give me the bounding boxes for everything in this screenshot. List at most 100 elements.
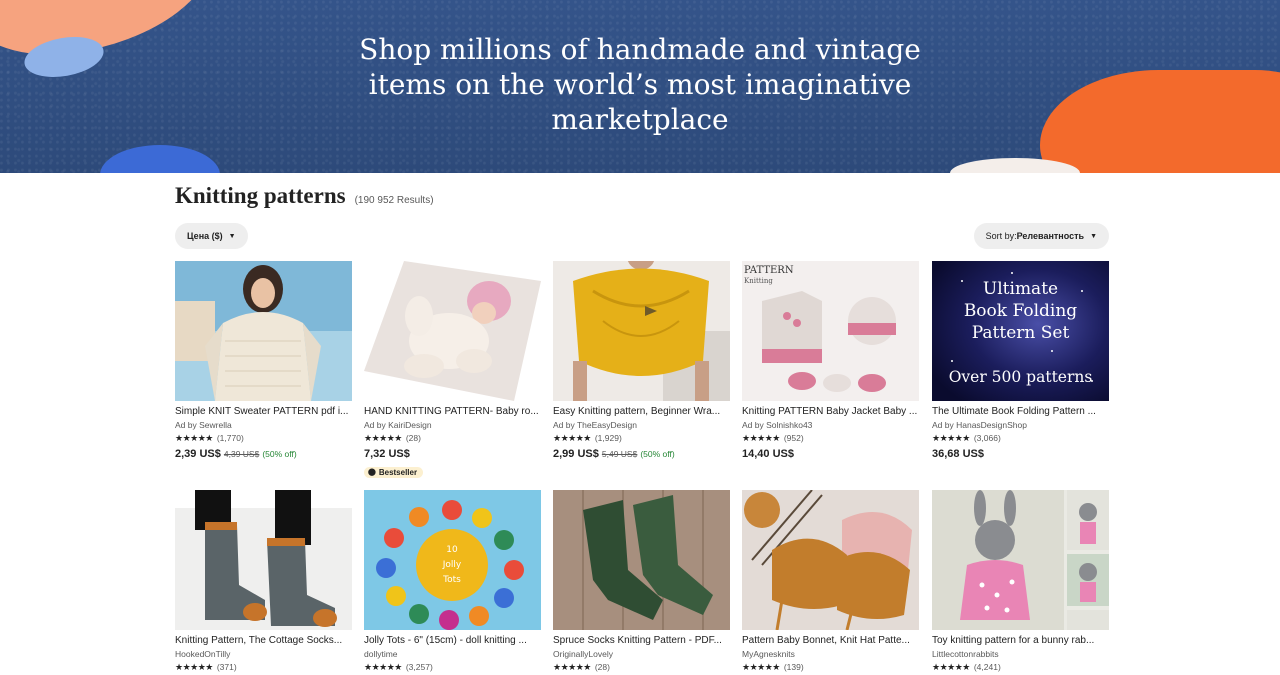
image-text: Ultimate bbox=[983, 279, 1058, 299]
listing-shop[interactable]: Ad by KairiDesign bbox=[364, 419, 541, 431]
image-text: PATTERN bbox=[744, 265, 794, 276]
listing-image[interactable]: PATTERN Knitting bbox=[742, 261, 919, 401]
listing-title[interactable]: Jolly Tots - 6" (15cm) - doll knitting .… bbox=[364, 634, 541, 647]
listing-shop[interactable]: OriginallyLovely bbox=[553, 648, 730, 660]
price: 2,39 US$ bbox=[175, 448, 221, 460]
listing-rating: ★★★★★ (1,929) bbox=[553, 432, 730, 445]
caret-down-icon: ▼ bbox=[228, 232, 236, 240]
star-icon: ★★★★★ bbox=[553, 662, 591, 672]
price: 7,32 US$ bbox=[364, 448, 410, 460]
decorative-shape bbox=[100, 145, 220, 173]
medal-icon: ⬤ bbox=[368, 469, 376, 476]
listing-card[interactable]: HAND KNITTING PATTERN- Baby ro... Ad by … bbox=[364, 261, 541, 479]
image-text: Book Folding bbox=[964, 301, 1077, 321]
review-count: (28) bbox=[405, 433, 421, 443]
star-icon: ★★★★★ bbox=[364, 662, 402, 672]
listing-rating: ★★★★★ (28) bbox=[553, 661, 730, 674]
listing-rating: ★★★★★ (28) bbox=[364, 432, 541, 445]
listing-image[interactable] bbox=[553, 261, 730, 401]
listing-card[interactable]: 10 Jolly Tots Jolly Tots - 6" (15cm) - d… bbox=[364, 490, 541, 674]
listing-rating: ★★★★★ (3,066) bbox=[932, 432, 1109, 445]
review-count: (4,241) bbox=[973, 662, 1001, 672]
results-header: Knitting patterns (190 952 Results) bbox=[175, 183, 434, 213]
listing-title[interactable]: Knitting PATTERN Baby Jacket Baby ... bbox=[742, 405, 919, 418]
price: 14,40 US$ bbox=[742, 448, 794, 460]
listing-image[interactable] bbox=[364, 261, 541, 401]
listing-title[interactable]: Simple KNIT Sweater PATTERN pdf i... bbox=[175, 405, 352, 418]
listing-card[interactable]: Toy knitting pattern for a bunny rab... … bbox=[932, 490, 1109, 674]
caret-down-icon: ▼ bbox=[1090, 232, 1097, 240]
star-icon: ★★★★★ bbox=[932, 433, 970, 443]
listing-image[interactable] bbox=[175, 261, 352, 401]
star-icon: ★★★★★ bbox=[175, 433, 213, 443]
badge-label: Bestseller bbox=[378, 467, 418, 477]
price: 36,68 US$ bbox=[932, 448, 984, 460]
star-icon: ★★★★★ bbox=[742, 662, 780, 672]
review-count: (952) bbox=[783, 433, 804, 443]
listing-rating: ★★★★★ (139) bbox=[742, 661, 919, 674]
listing-shop[interactable]: HookedOnTilly bbox=[175, 648, 352, 660]
review-count: (28) bbox=[594, 662, 610, 672]
listing-rating: ★★★★★ (371) bbox=[175, 661, 352, 674]
listing-title[interactable]: The Ultimate Book Folding Pattern ... bbox=[932, 405, 1109, 418]
listing-title[interactable]: HAND KNITTING PATTERN- Baby ro... bbox=[364, 405, 541, 418]
listing-image[interactable]: 10 Jolly Tots bbox=[364, 490, 541, 630]
image-text: Pattern Set bbox=[972, 323, 1070, 343]
listing-image[interactable] bbox=[742, 490, 919, 630]
listing-title[interactable]: Toy knitting pattern for a bunny rab... bbox=[932, 634, 1109, 647]
listing-card[interactable]: Knitting Pattern, The Cottage Socks... H… bbox=[175, 490, 352, 674]
listing-price: 14,40 US$ bbox=[742, 447, 919, 461]
hero-banner: Shop millions of handmade and vintage it… bbox=[0, 0, 1280, 173]
listing-shop[interactable]: Ad by Solnishko43 bbox=[742, 419, 919, 431]
price-filter-button[interactable]: Цена ($) ▼ bbox=[175, 223, 248, 249]
discount: (50% off) bbox=[640, 449, 675, 459]
image-text: Over 500 patterns bbox=[949, 368, 1093, 386]
discount: (50% off) bbox=[262, 449, 297, 459]
decorative-shape bbox=[1040, 70, 1280, 173]
listing-shop[interactable]: Ad by TheEasyDesign bbox=[553, 419, 730, 431]
listing-shop[interactable]: Ad by Sewrella bbox=[175, 419, 352, 431]
listing-shop[interactable]: Ad by HanasDesignShop bbox=[932, 419, 1109, 431]
listing-image[interactable]: Ultimate Book Folding Pattern Set Over 5… bbox=[932, 261, 1109, 401]
listing-card[interactable]: Spruce Socks Knitting Pattern - PDF... O… bbox=[553, 490, 730, 674]
listing-rating: ★★★★★ (4,241) bbox=[932, 661, 1109, 674]
listing-image[interactable] bbox=[175, 490, 352, 630]
listing-shop[interactable]: Littlecottonrabbits bbox=[932, 648, 1109, 660]
listing-card[interactable]: Pattern Baby Bonnet, Knit Hat Patte... M… bbox=[742, 490, 919, 674]
review-count: (1,770) bbox=[216, 433, 244, 443]
star-icon: ★★★★★ bbox=[742, 433, 780, 443]
bestseller-badge: ⬤ Bestseller bbox=[364, 466, 424, 478]
listing-card[interactable]: Ultimate Book Folding Pattern Set Over 5… bbox=[932, 261, 1109, 461]
image-text: Tots bbox=[442, 575, 461, 585]
review-count: (139) bbox=[783, 662, 804, 672]
price: 2,99 US$ bbox=[553, 448, 599, 460]
listing-title[interactable]: Pattern Baby Bonnet, Knit Hat Patte... bbox=[742, 634, 919, 647]
star-icon: ★★★★★ bbox=[175, 662, 213, 672]
listing-title[interactable]: Spruce Socks Knitting Pattern - PDF... bbox=[553, 634, 730, 647]
listing-price: 2,99 US$ 5,49 US$ (50% off) bbox=[553, 447, 730, 461]
results-title: Knitting patterns bbox=[175, 183, 346, 208]
listing-rating: ★★★★★ (1,770) bbox=[175, 432, 352, 445]
review-count: (3,066) bbox=[973, 433, 1001, 443]
listing-rating: ★★★★★ (3,257) bbox=[364, 661, 541, 674]
listing-shop[interactable]: MyAgnesknits bbox=[742, 648, 919, 660]
listing-price: 2,39 US$ 4,39 US$ (50% off) bbox=[175, 447, 352, 461]
original-price: 4,39 US$ bbox=[223, 449, 260, 459]
listing-card[interactable]: Simple KNIT Sweater PATTERN pdf i... Ad … bbox=[175, 261, 352, 461]
image-text: Knitting bbox=[744, 277, 773, 285]
listing-card[interactable]: Easy Knitting pattern, Beginner Wra... A… bbox=[553, 261, 730, 461]
review-count: (1,929) bbox=[594, 433, 622, 443]
listing-title[interactable]: Easy Knitting pattern, Beginner Wra... bbox=[553, 405, 730, 418]
listing-image[interactable] bbox=[932, 490, 1109, 630]
sort-dropdown[interactable]: Sort by: Релевантность ▼ bbox=[973, 223, 1109, 249]
listing-shop[interactable]: dollytime bbox=[364, 648, 541, 660]
sort-value: Релевантность bbox=[1016, 231, 1085, 241]
results-count: (190 952 Results) bbox=[354, 195, 434, 206]
price-filter-label: Цена ($) bbox=[187, 231, 223, 241]
listing-price: 36,68 US$ bbox=[932, 447, 1109, 461]
original-price: 5,49 US$ bbox=[601, 449, 638, 459]
listing-title[interactable]: Knitting Pattern, The Cottage Socks... bbox=[175, 634, 352, 647]
listing-price: 7,32 US$ bbox=[364, 447, 541, 461]
listing-image[interactable] bbox=[553, 490, 730, 630]
listing-card[interactable]: PATTERN Knitting Knitting PATTERN Baby J… bbox=[742, 261, 919, 461]
